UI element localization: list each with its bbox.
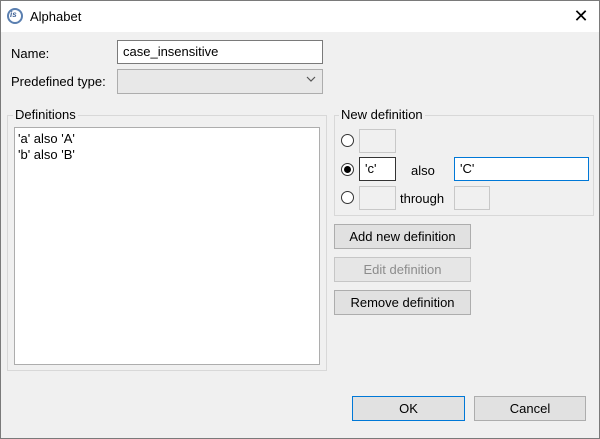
name-input[interactable]: case_insensitive [117,40,323,64]
single-value-input[interactable] [359,129,396,153]
predefined-type-select[interactable] [117,69,323,94]
through-label: through [400,191,445,206]
also-from-input[interactable]: 'c' [359,157,396,181]
definitions-list[interactable]: 'a' also 'A' 'b' also 'B' [14,127,320,365]
definitions-title: Definitions [13,107,78,122]
also-label: also [411,163,435,178]
also-radio[interactable] [341,163,354,176]
window-title: Alphabet [30,9,82,24]
new-definition-title: New definition [339,107,425,122]
remove-definition-button[interactable]: Remove definition [334,290,471,315]
single-radio[interactable] [341,134,354,147]
alphabet-dialog: is Alphabet ✕ Name: case_insensitive Pre… [0,0,600,439]
through-radio[interactable] [341,191,354,204]
list-item[interactable]: 'a' also 'A' [15,131,319,147]
edit-definition-button[interactable]: Edit definition [334,257,471,282]
close-icon[interactable]: ✕ [569,4,593,28]
ok-button[interactable]: OK [352,396,465,421]
through-from-input[interactable] [359,186,396,210]
through-to-input[interactable] [454,186,490,210]
chevron-down-icon [306,76,316,82]
title-bar: is Alphabet ✕ [1,1,599,32]
radio-selected-dot [344,166,351,173]
predefined-type-label: Predefined type: [11,74,106,89]
add-new-definition-button[interactable]: Add new definition [334,224,471,249]
name-label: Name: [11,46,50,61]
also-to-input[interactable]: 'C' [454,157,589,181]
app-logo-icon: is [7,8,23,24]
cancel-button[interactable]: Cancel [474,396,586,421]
list-item[interactable]: 'b' also 'B' [15,147,319,163]
